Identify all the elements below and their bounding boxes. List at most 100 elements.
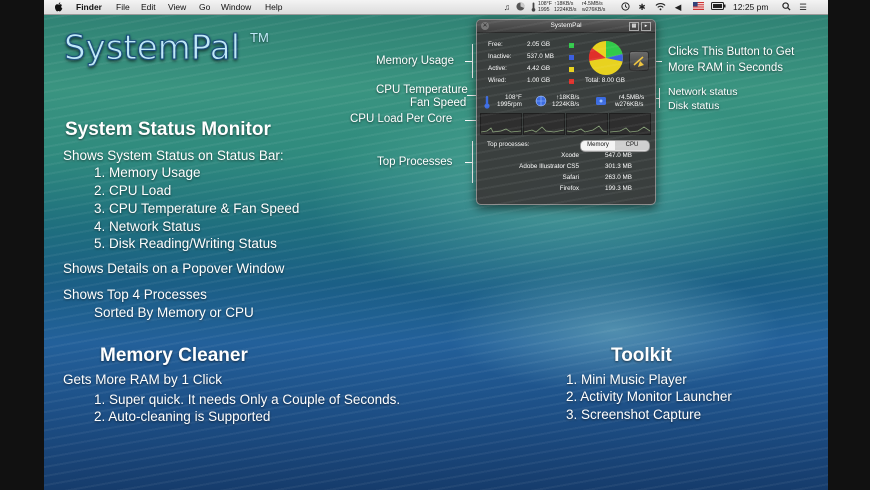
memory-pie-status-icon[interactable] [515,2,525,12]
apple-menu-icon[interactable] [52,2,64,12]
status-item: 1. Memory Usage [94,165,201,180]
process-name: Adobe Illustrator CS5 [519,163,579,170]
bracket-memory [472,44,473,78]
memory-free-label: Free: [488,41,503,48]
popover-disk-read: r4.5MB/s [619,94,645,101]
activity-monitor-icon[interactable]: ▦ [629,22,639,31]
memory-inactive-label: Inactive: [488,53,512,60]
music-note-icon[interactable]: ♫ [502,2,512,12]
popover-temp: 108°F [505,94,522,101]
cpu-core-graph [566,113,608,135]
bracket-memory-tick [465,61,472,62]
status-network[interactable]: ↑18KB/s 1224KB/s [554,1,577,13]
volume-icon[interactable]: ◀ [673,2,683,12]
status-item: 5. Disk Reading/Writing Status [94,236,277,251]
process-value: 301.3 MB [605,163,632,170]
toolkit-item: 1. Mini Music Player [566,372,687,387]
wifi-icon[interactable] [654,2,666,12]
app-logo: SystemPal [63,28,241,69]
memory-pie-chart [588,41,623,75]
status-item: 3. CPU Temperature & Fan Speed [94,201,300,216]
menu-file[interactable]: File [116,0,130,14]
status-temp-fan[interactable]: 108°F 1995 [538,1,552,13]
time-machine-icon[interactable] [620,2,630,12]
spotlight-search-icon[interactable] [781,2,791,12]
status-monitor-heading: System Status Monitor [65,119,271,140]
menu-bar: Finder File Edit View Go Window Help ♫ 1… [44,0,828,15]
systempal-popover: ✕ SystemPal ▦ ▸ Free: 2.05 GB Inactive: … [476,19,656,205]
cpu-core-graph [480,113,522,135]
popover-fan: 1995rpm [497,101,522,108]
process-name: Firefox [559,185,579,192]
menu-edit[interactable]: Edit [141,0,156,14]
bracket-net-disk-tick [655,98,659,99]
status-fan: 1995 [538,7,550,13]
clean-memory-button[interactable] [629,51,649,71]
annotation-clean-button: Clicks This Button to Get [668,46,795,58]
cpu-core-line [566,125,608,133]
battery-icon[interactable] [710,2,726,12]
memory-cleaner-heading: Memory Cleaner [100,345,248,366]
process-value: 199.3 MB [605,185,632,192]
menu-go[interactable]: Go [199,0,210,14]
toolkit-item: 3. Screenshot Capture [566,407,702,422]
memory-wired-label: Wired: [488,77,507,84]
trademark-symbol: TM [250,30,269,45]
us-flag-icon[interactable] [692,2,704,12]
memory-wired-value: 1.00 GB [527,77,551,84]
notification-center-icon[interactable]: ☰ [798,2,808,12]
memory-inactive-dot [569,55,574,60]
status-disk[interactable]: r4.5MB/s w276KB/s [582,1,605,13]
screenshot-icon[interactable]: ▸ [641,22,651,31]
sort-memory-button[interactable]: Memory [581,141,615,150]
menu-window[interactable]: Window [221,0,251,14]
toolkit-item: 2. Activity Monitor Launcher [566,389,732,404]
annotation-clean-line [655,61,662,62]
memory-inactive-value: 537.0 MB [527,53,554,60]
memory-active-value: 4.42 GB [527,65,551,72]
annotation-memory-usage: Memory Usage [376,55,454,67]
process-name: Safari [562,174,579,181]
annotation-clean-button-2: More RAM in Seconds [668,62,784,74]
bracket-processes [472,141,473,183]
thermometer-status-icon[interactable] [529,2,537,12]
memory-wired-dot [569,79,574,84]
menu-help[interactable]: Help [265,0,282,14]
status-sorted-text: Sorted By Memory or CPU [94,305,254,320]
desktop: Finder File Edit View Go Window Help ♫ 1… [44,0,828,490]
memory-free-value: 2.05 GB [527,41,551,48]
process-name: Xcode [561,152,579,159]
thermometer-icon [484,96,490,109]
status-details-text: Shows Details on a Popover Window [63,261,285,276]
sort-cpu-button[interactable]: CPU [615,141,649,150]
menu-finder[interactable]: Finder [76,0,102,14]
popover-title: SystemPal [550,22,582,29]
status-item: 4. Network Status [94,219,201,234]
status-top4-text: Shows Top 4 Processes [63,287,207,302]
annotation-disk: Disk status [668,100,720,112]
toolkit-heading: Toolkit [611,345,672,366]
status-disk-write: w276KB/s [582,7,606,13]
cpu-core-line [609,126,651,133]
memory-cleaner-item: 2. Auto-cleaning is Supported [94,409,271,424]
memory-free-dot [569,43,574,48]
disk-icon [596,97,606,105]
annotation-cpu-temp: CPU Temperature [376,84,468,96]
popover-net-down: 1224KB/s [552,101,580,108]
popover-close-icon[interactable]: ✕ [481,22,489,30]
annotation-top-processes: Top Processes [377,156,453,168]
bluetooth-icon[interactable]: ✱ [638,2,646,12]
top-processes-label: Top processes: [487,141,530,148]
bracket-processes-tick [465,162,472,163]
status-net-down: 1224KB/s [554,7,577,13]
process-value: 547.0 MB [605,152,632,159]
clock[interactable]: 12:25 pm [733,0,768,14]
network-globe-icon [535,95,547,107]
menu-view[interactable]: View [168,0,186,14]
annotation-cpu-load: CPU Load Per Core [350,113,453,125]
cpu-core-line [480,127,522,133]
annotation-network: Network status [668,86,738,98]
process-value: 263.0 MB [605,174,632,181]
cpu-core-line [523,126,565,133]
memory-active-label: Active: [488,65,507,72]
